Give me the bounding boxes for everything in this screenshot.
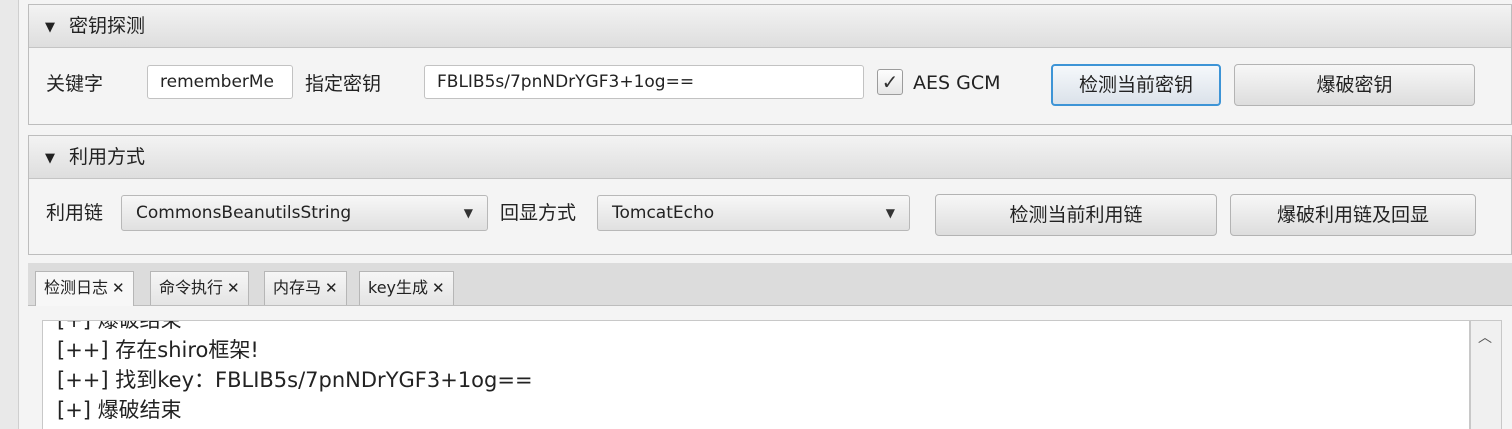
collapse-triangle-icon: ▼ (45, 20, 55, 35)
keyword-label: 关键字 (46, 73, 104, 95)
chevron-up-icon[interactable]: ︿ (1478, 327, 1492, 347)
echo-method-select[interactable]: TomcatEcho ▼ (597, 195, 910, 231)
log-line: [++] 找到key：FBLIB5s/7pnNDrYGF3+1og== (57, 368, 533, 392)
dropdown-caret-icon: ▼ (885, 206, 895, 220)
brute-force-key-button[interactable]: 爆破密钥 (1234, 64, 1475, 106)
specified-key-input[interactable]: FBLIB5s/7pnNDrYGF3+1og== (424, 65, 864, 99)
tab-label: 检测日志 (44, 278, 109, 297)
log-line: [+] 爆破结束 (57, 320, 182, 332)
exploit-chain-value: CommonsBeanutilsString (136, 203, 352, 223)
tab-memshell[interactable]: 内存马 ✕ (264, 271, 347, 305)
aes-gcm-label: AES GCM (913, 72, 1001, 94)
specified-key-label: 指定密钥 (305, 73, 382, 95)
log-line: [++] 存在shiro框架! (57, 338, 259, 362)
tab-key-generate[interactable]: key生成 ✕ (359, 271, 454, 305)
close-icon[interactable]: ✕ (227, 279, 240, 297)
tab-bar: 检测日志 ✕ 命令执行 ✕ 内存马 ✕ key生成 ✕ (28, 263, 1512, 306)
echo-label: 回显方式 (500, 202, 577, 224)
close-icon[interactable]: ✕ (325, 279, 338, 297)
key-detection-header[interactable]: ▼ 密钥探测 (29, 5, 1511, 48)
key-detection-title: 密钥探测 (69, 15, 146, 37)
tab-label: 命令执行 (159, 278, 224, 297)
brute-chain-button[interactable]: 爆破利用链及回显 (1230, 194, 1476, 236)
aes-gcm-checkbox[interactable]: ✓ (877, 69, 903, 95)
echo-method-value: TomcatEcho (612, 203, 715, 223)
tab-label: key生成 (368, 278, 429, 297)
collapse-triangle-icon: ▼ (45, 151, 55, 166)
keyword-input[interactable]: rememberMe (147, 65, 293, 99)
log-scrollbar[interactable]: ︿ (1470, 320, 1502, 429)
exploit-chain-select[interactable]: CommonsBeanutilsString ▼ (121, 195, 488, 231)
exploit-header[interactable]: ▼ 利用方式 (29, 136, 1511, 179)
tab-label: 内存马 (273, 278, 322, 297)
checkmark-icon: ✓ (881, 70, 899, 94)
tab-command-exec[interactable]: 命令执行 ✕ (150, 271, 249, 305)
exploit-title: 利用方式 (69, 146, 146, 168)
chain-label: 利用链 (46, 202, 104, 224)
close-icon[interactable]: ✕ (112, 279, 125, 297)
log-line: [+] 爆破结束 (57, 398, 182, 422)
close-icon[interactable]: ✕ (432, 279, 445, 297)
log-textarea[interactable]: [+] 爆破结束 [++] 存在shiro框架! [++] 找到key：FBLI… (42, 320, 1470, 429)
dropdown-caret-icon: ▼ (463, 206, 473, 220)
detect-chain-button[interactable]: 检测当前利用链 (935, 194, 1217, 236)
left-edge-strip (0, 0, 19, 429)
tab-detection-log[interactable]: 检测日志 ✕ (35, 271, 134, 306)
detect-current-key-button[interactable]: 检测当前密钥 (1051, 64, 1221, 106)
